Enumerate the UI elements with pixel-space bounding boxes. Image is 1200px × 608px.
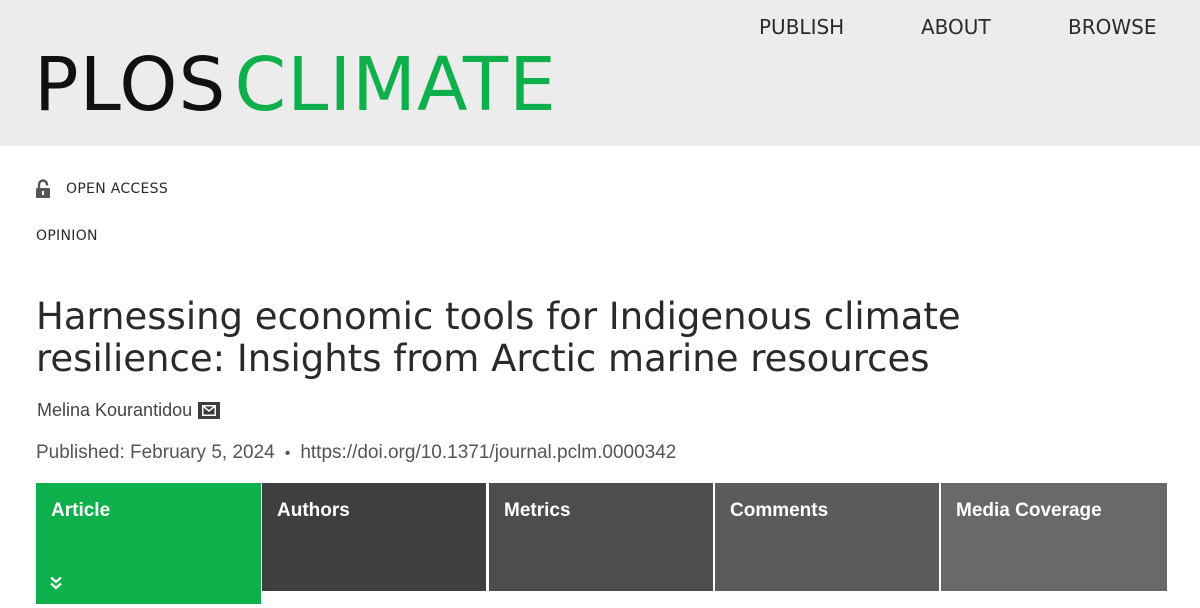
tab-media-coverage[interactable]: Media Coverage xyxy=(941,483,1167,591)
article-title: Harnessing economic tools for Indigenous… xyxy=(36,295,961,380)
double-chevron-down-icon xyxy=(48,575,64,591)
journal-logo[interactable]: PLOS CLIMATE xyxy=(34,40,557,130)
published-date: Published: February 5, 2024 xyxy=(36,442,275,463)
article-type-label: OPINION xyxy=(36,228,98,244)
logo-climate-text: CLIMATE xyxy=(234,42,557,128)
tab-comments[interactable]: Comments xyxy=(715,483,939,591)
tab-article[interactable]: Article xyxy=(36,483,261,604)
site-header: PLOS CLIMATE PUBLISH ABOUT BROWSE xyxy=(0,0,1200,146)
author-list: Melina Kourantidou xyxy=(37,398,221,422)
nav-browse-link[interactable]: BROWSE xyxy=(1068,14,1156,40)
open-access-label: OPEN ACCESS xyxy=(66,181,169,197)
tab-authors-label: Authors xyxy=(277,500,350,521)
tab-metrics[interactable]: Metrics xyxy=(489,483,713,591)
tab-article-label: Article xyxy=(51,500,111,521)
logo-plos-text: PLOS xyxy=(34,42,227,128)
doi-link[interactable]: https://doi.org/10.1371/journal.pclm.000… xyxy=(300,442,676,463)
nav-publish-link[interactable]: PUBLISH xyxy=(759,14,844,40)
tab-metrics-label: Metrics xyxy=(504,500,571,521)
separator-bullet: • xyxy=(284,445,291,462)
article-tabs: Article Authors Metrics Comments Media C… xyxy=(36,483,1167,608)
tab-comments-label: Comments xyxy=(730,500,829,521)
top-navigation: PUBLISH ABOUT BROWSE xyxy=(0,14,1200,44)
nav-about-link[interactable]: ABOUT xyxy=(921,14,991,40)
mail-icon[interactable] xyxy=(198,401,221,419)
unlocked-lock-icon xyxy=(35,179,51,199)
open-access-indicator: OPEN ACCESS xyxy=(35,178,168,200)
tab-authors[interactable]: Authors xyxy=(262,483,486,591)
author-name-link[interactable]: Melina Kourantidou xyxy=(37,400,192,421)
tab-media-coverage-label: Media Coverage xyxy=(956,500,1102,521)
publication-info: Published: February 5, 2024 • https://doi.… xyxy=(36,442,676,464)
